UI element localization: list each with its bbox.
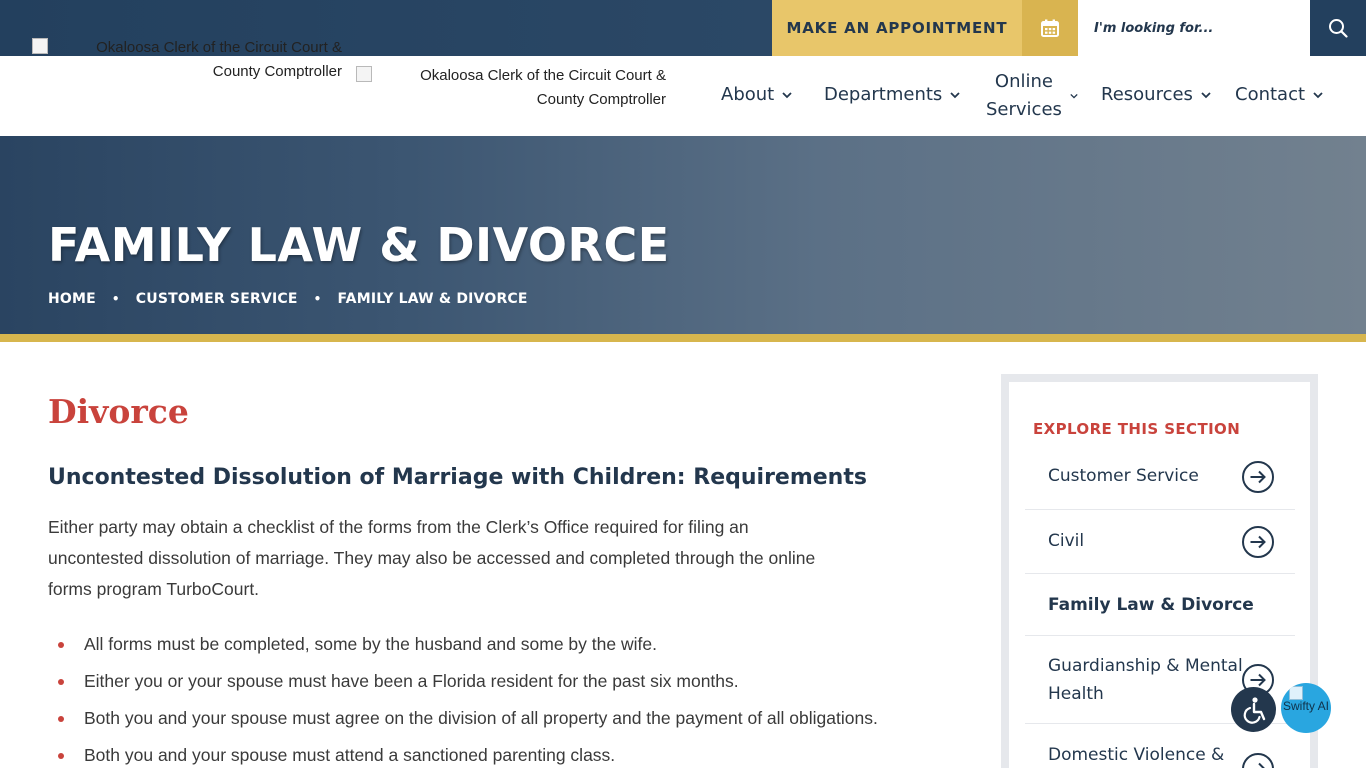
chevron-down-icon bbox=[1070, 93, 1078, 99]
sidebar-item-label: Family Law & Divorce bbox=[1048, 595, 1254, 615]
chevron-down-icon bbox=[782, 91, 792, 98]
calendar-icon bbox=[1041, 19, 1059, 37]
wheelchair-icon bbox=[1243, 696, 1265, 724]
nav-item-label: Resources bbox=[1101, 84, 1193, 105]
nav-item-resources[interactable]: Resources bbox=[1101, 84, 1211, 105]
breadcrumb-separator: • bbox=[313, 292, 322, 306]
main-nav: About Departments Online Services Resour… bbox=[0, 56, 1366, 136]
nav-item-label: About bbox=[721, 84, 775, 105]
intro-paragraph: Either party may obtain a checklist of t… bbox=[48, 517, 816, 599]
calendar-button[interactable] bbox=[1022, 0, 1078, 56]
chevron-down-icon bbox=[1313, 91, 1323, 98]
sidebar-heading: EXPLORE THIS SECTION bbox=[1033, 420, 1241, 438]
sidebar-item-label-line1: Guardianship & Mental bbox=[1048, 656, 1243, 676]
sidebar-item-civil[interactable]: Civil bbox=[1025, 510, 1295, 574]
make-appointment-label: MAKE AN APPOINTMENT bbox=[786, 19, 1008, 37]
broken-image-icon bbox=[32, 38, 48, 54]
breadcrumb-customer-service[interactable]: CUSTOMER SERVICE bbox=[136, 291, 298, 307]
search-button[interactable] bbox=[1310, 0, 1366, 56]
broken-image-icon bbox=[1289, 686, 1303, 700]
sidebar-item-customer-service[interactable]: Customer Service bbox=[1025, 444, 1295, 510]
accessibility-button[interactable] bbox=[1231, 687, 1276, 732]
breadcrumb-home[interactable]: HOME bbox=[48, 291, 96, 307]
sidebar-item-label: Domestic Violence & bbox=[1048, 745, 1225, 765]
nav-item-online-services[interactable]: Online Services bbox=[986, 68, 1078, 124]
sidebar-item-label-line2: Health bbox=[1048, 684, 1104, 704]
requirements-list: All forms must be completed, some by the… bbox=[48, 626, 878, 768]
section-subheading: Uncontested Dissolution of Marriage with… bbox=[48, 465, 867, 490]
sidebar-item-family-law-divorce[interactable]: Family Law & Divorce bbox=[1025, 574, 1295, 636]
list-item: Either you or your spouse must have been… bbox=[48, 663, 878, 700]
make-appointment-button[interactable]: MAKE AN APPOINTMENT bbox=[772, 0, 1022, 56]
list-item: Both you and your spouse must attend a s… bbox=[48, 737, 878, 768]
nav-item-departments[interactable]: Departments bbox=[824, 84, 960, 105]
list-item: All forms must be completed, some by the… bbox=[48, 626, 878, 663]
sidebar-item-label: Civil bbox=[1048, 531, 1085, 551]
search-input[interactable] bbox=[1078, 0, 1310, 56]
sidebar-item-label: Customer Service bbox=[1048, 466, 1199, 486]
section-heading: Divorce bbox=[48, 392, 189, 431]
list-item: Both you and your spouse must agree on t… bbox=[48, 700, 878, 737]
chevron-down-icon bbox=[1201, 91, 1211, 98]
search-icon bbox=[1329, 19, 1348, 38]
hero-accent-bar bbox=[0, 334, 1366, 342]
nav-item-contact[interactable]: Contact bbox=[1235, 84, 1323, 105]
nav-item-label-line1: Online bbox=[994, 71, 1053, 92]
nav-item-label: Contact bbox=[1235, 84, 1306, 105]
arrow-right-circle-icon bbox=[1242, 753, 1274, 768]
arrow-right-circle-icon bbox=[1242, 461, 1274, 493]
breadcrumb-current: FAMILY LAW & DIVORCE bbox=[337, 291, 528, 307]
swifty-ai-chat-button[interactable]: Swifty AI bbox=[1281, 683, 1331, 733]
nav-item-about[interactable]: About bbox=[721, 84, 792, 105]
swifty-alt-text: Swifty AI bbox=[1282, 699, 1329, 713]
arrow-right-circle-icon bbox=[1242, 526, 1274, 558]
nav-item-label: Departments bbox=[824, 84, 943, 105]
chevron-down-icon bbox=[950, 91, 960, 98]
breadcrumb: HOME • CUSTOMER SERVICE • FAMILY LAW & D… bbox=[48, 291, 528, 307]
page-title: FAMILY LAW & DIVORCE bbox=[48, 218, 670, 272]
nav-item-label-line2: Services bbox=[986, 99, 1062, 120]
breadcrumb-separator: • bbox=[111, 292, 120, 306]
sidebar-item-label: Guardianship & Mental Health bbox=[1048, 652, 1243, 708]
